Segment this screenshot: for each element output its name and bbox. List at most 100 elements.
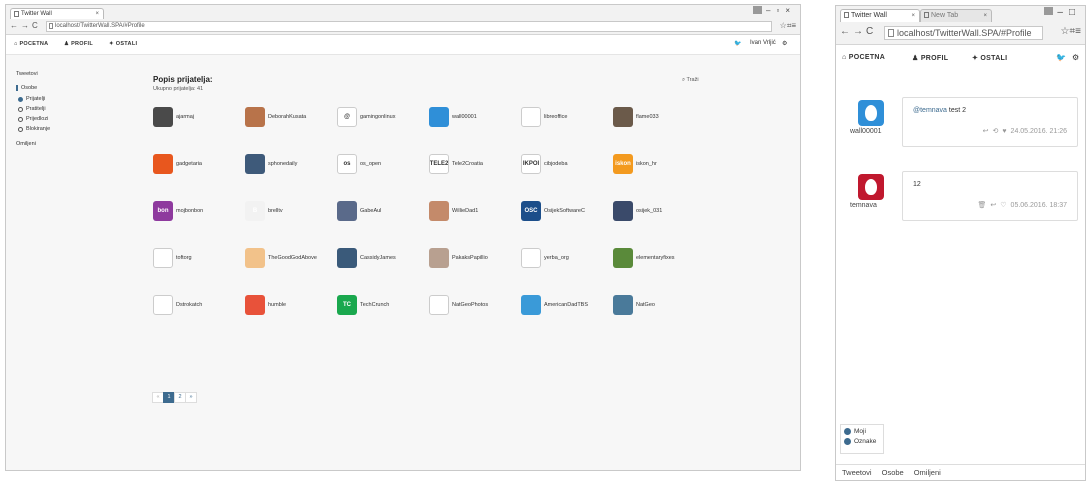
avatar[interactable]	[153, 295, 173, 315]
avatar[interactable]: os	[337, 154, 357, 174]
friend-item[interactable]: WillieDad1	[429, 201, 521, 225]
sidebar-option-prijatelji[interactable]: Prijatelji	[16, 96, 50, 102]
avatar[interactable]: iskon	[613, 154, 633, 174]
sidebar-osobe[interactable]: Osobe	[16, 85, 50, 91]
url-input[interactable]: localhost/TwitterWall.SPA/#Profile	[46, 21, 772, 32]
avatar[interactable]: bon	[153, 201, 173, 221]
friend-item[interactable]: humble	[245, 295, 337, 319]
friend-name[interactable]: gadgetaria	[176, 161, 202, 167]
avatar[interactable]	[613, 107, 633, 127]
retweet-icon[interactable]: ⟲	[993, 128, 999, 135]
bottom-tab-tweetovi[interactable]: Tweetovi	[842, 468, 872, 477]
friend-item[interactable]: TELE2 Tele2Croatia	[429, 154, 521, 178]
friend-name[interactable]: ajarmaj	[176, 114, 194, 120]
friend-item[interactable]: NatGeoPhotos	[429, 295, 521, 319]
avatar[interactable]	[429, 248, 449, 268]
friend-name[interactable]: elementaryfixes	[636, 255, 675, 261]
browser-tab[interactable]: Twitter Wall ×	[10, 8, 104, 19]
heart-outline-icon[interactable]: ♡	[1000, 202, 1006, 209]
friend-item[interactable]: yerba_org	[521, 248, 613, 272]
url-input[interactable]: localhost/TwitterWall.SPA/#Profile	[884, 26, 1043, 40]
avatar[interactable]	[613, 295, 633, 315]
radio-icon[interactable]	[18, 96, 23, 102]
friend-name[interactable]: brelltv	[268, 208, 283, 214]
radio-icon[interactable]	[18, 106, 23, 112]
browser-tab[interactable]: Twitter Wall ×	[840, 9, 920, 22]
friend-name[interactable]: gamingonlinux	[360, 114, 395, 120]
avatar[interactable]: TELE2	[429, 154, 449, 174]
star-icon[interactable]: ☆	[1061, 26, 1070, 37]
avatar[interactable]	[245, 154, 265, 174]
friend-name[interactable]: toftorg	[176, 255, 192, 261]
friend-item[interactable]: ajarmaj	[153, 107, 245, 131]
restore-icon[interactable]: □	[1069, 7, 1081, 18]
sidebar-option-prijedlozi[interactable]: Prijedlozi	[16, 116, 50, 122]
radio-icon[interactable]	[18, 116, 23, 122]
menu-icon[interactable]: ≡	[1075, 26, 1081, 37]
avatar[interactable]	[521, 248, 541, 268]
page-button[interactable]: »	[185, 392, 197, 403]
friend-item[interactable]: Dstrokatch	[153, 295, 245, 319]
minimize-icon[interactable]: –	[1057, 7, 1069, 18]
avatar[interactable]: @	[337, 107, 357, 127]
close-window-icon[interactable]: ×	[785, 6, 796, 15]
friend-item[interactable]: TheGoodGodAbove	[245, 248, 337, 272]
user-icon[interactable]	[753, 6, 763, 14]
star-icon[interactable]: ☆	[780, 21, 787, 30]
avatar[interactable]	[521, 295, 541, 315]
forward-icon[interactable]: →	[853, 26, 863, 37]
avatar[interactable]	[521, 107, 541, 127]
menu-icon[interactable]: ≡	[791, 21, 796, 30]
restore-icon[interactable]: ▫	[776, 6, 785, 15]
friend-item[interactable]: elementaryfixes	[613, 248, 705, 272]
nav-profil[interactable]: ♟ PROFIL	[64, 41, 93, 47]
settings-gear-icon[interactable]: ⚙	[1072, 53, 1079, 62]
avatar[interactable]: OSC	[521, 201, 541, 221]
friend-item[interactable]: gadgetaria	[153, 154, 245, 178]
avatar[interactable]	[245, 295, 265, 315]
friend-item[interactable]: wall00001	[429, 107, 521, 131]
avatar[interactable]	[337, 248, 357, 268]
avatar[interactable]	[153, 107, 173, 127]
avatar[interactable]	[245, 248, 265, 268]
friend-name[interactable]: NatGeoPhotos	[452, 302, 488, 308]
avatar[interactable]	[153, 248, 173, 268]
avatar[interactable]: IKPOI	[521, 154, 541, 174]
sidebar-omiljeni[interactable]: Omiljeni	[16, 141, 50, 147]
sidebar-option-pratitelji[interactable]: Pratitelji	[16, 106, 50, 112]
friend-item[interactable]: NatGeo	[613, 295, 705, 319]
friend-item[interactable]: bon mojbonbon	[153, 201, 245, 225]
friend-item[interactable]: libreoffice	[521, 107, 613, 131]
settings-gear-icon[interactable]: ⚙	[782, 40, 787, 47]
friend-name[interactable]: humble	[268, 302, 286, 308]
nav-ostali[interactable]: ✦ OSTALI	[109, 41, 137, 47]
sidebar-option-blokiranje[interactable]: Blokiranje	[16, 126, 50, 132]
friend-name[interactable]: PakaksPapillio	[452, 255, 488, 261]
friend-item[interactable]: osijek_031	[613, 201, 705, 225]
friend-name[interactable]: os_open	[360, 161, 381, 167]
friend-item[interactable]: IKPOI cibjodeba	[521, 154, 613, 178]
reload-icon[interactable]: C	[32, 21, 38, 30]
friend-name[interactable]: AmericanDadTBS	[544, 302, 588, 308]
avatar[interactable]	[429, 201, 449, 221]
friend-item[interactable]: flame033	[613, 107, 705, 131]
back-icon[interactable]: ←	[840, 26, 850, 37]
nav-ostali[interactable]: ✦ OSTALI	[972, 54, 1007, 62]
friend-name[interactable]: Tele2Croatia	[452, 161, 483, 167]
friend-item[interactable]: @ gamingonlinux	[337, 107, 429, 131]
avatar[interactable]	[153, 154, 173, 174]
friend-name[interactable]: TechCrunch	[360, 302, 389, 308]
tweet-username[interactable]: wall00001	[850, 128, 882, 135]
check-circle-icon[interactable]	[844, 438, 851, 445]
avatar[interactable]	[245, 107, 265, 127]
friend-name[interactable]: TheGoodGodAbove	[268, 255, 317, 261]
friend-item[interactable]: TC TechCrunch	[337, 295, 429, 319]
friend-name[interactable]: NatGeo	[636, 302, 655, 308]
friend-name[interactable]: osijek_031	[636, 208, 662, 214]
friend-name[interactable]: CassidyJames	[360, 255, 396, 261]
heart-icon[interactable]: ♥	[1002, 128, 1006, 135]
avatar[interactable]	[429, 295, 449, 315]
tweet-username[interactable]: temnava	[850, 202, 877, 209]
friend-name[interactable]: WillieDad1	[452, 208, 478, 214]
nav-pocetna[interactable]: ⌂ POCETNA	[842, 54, 885, 61]
